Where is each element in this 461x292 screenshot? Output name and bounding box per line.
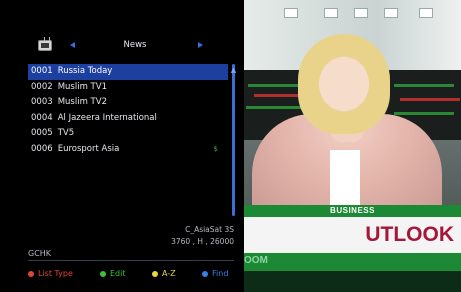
studio-frame <box>324 8 338 18</box>
anchor-head <box>298 34 390 134</box>
channel-row[interactable]: 0005 TV5 <box>28 126 228 142</box>
channel-row[interactable]: 0003 Muslim TV2 <box>28 95 228 111</box>
prev-group-arrow-icon[interactable] <box>70 42 75 48</box>
status-text: GCHK <box>28 249 52 258</box>
channel-name: Al Jazeera International <box>57 112 157 123</box>
yellow-key-icon <box>152 271 158 277</box>
transponder-info: 3760 , H , 26000 <box>171 237 234 246</box>
monitor-line <box>394 84 454 87</box>
channel-row[interactable]: 0006 Eurosport Asia $ <box>28 142 228 158</box>
channel-number: 0003 <box>31 97 53 108</box>
channel-name: Eurosport Asia <box>57 143 120 154</box>
studio-frame <box>384 8 398 18</box>
lower-third-subline: OOM <box>244 255 268 266</box>
monitor-line <box>400 98 460 101</box>
channel-list-panel: News 0001 Russia Today 0002 Muslim TV1 0… <box>0 0 244 292</box>
channel-number: 0006 <box>31 143 53 154</box>
channel-name: Muslim TV2 <box>57 97 107 108</box>
channel-name: Muslim TV1 <box>57 81 107 92</box>
edit-button[interactable]: Edit <box>100 268 126 280</box>
monitor-line <box>394 112 454 115</box>
satellite-info: C_AsiaSat 3S 3760 , H , 26000 <box>140 224 234 248</box>
tv-icon <box>38 40 52 51</box>
channel-number: 0001 <box>31 66 53 76</box>
video-bottom-strip <box>244 271 461 292</box>
scroll-up-icon[interactable]: ▲ <box>229 67 238 74</box>
next-group-arrow-icon[interactable] <box>198 42 203 48</box>
studio-frame <box>284 8 298 18</box>
list-type-button[interactable]: List Type <box>28 268 73 280</box>
channel-row[interactable]: 0001 Russia Today <box>28 64 228 80</box>
edit-label: Edit <box>110 269 126 278</box>
blue-key-icon <box>202 271 208 277</box>
studio-frame <box>354 8 368 18</box>
lower-third-label: BUSINESS <box>330 206 375 215</box>
find-button[interactable]: Find <box>202 268 228 280</box>
red-key-icon <box>28 271 34 277</box>
studio-frame <box>419 8 433 18</box>
video-preview: BUSINESS UTLOOK OOM <box>244 0 461 292</box>
channel-name: TV5 <box>57 128 75 139</box>
a-z-label: A-Z <box>162 269 176 278</box>
channel-number: 0005 <box>31 128 53 139</box>
green-key-icon <box>100 271 106 277</box>
monitor-line <box>246 106 306 109</box>
anchor-shirt <box>330 150 360 210</box>
group-header: News <box>0 36 244 56</box>
footer-divider <box>28 260 234 261</box>
a-z-button[interactable]: A-Z <box>152 268 176 280</box>
color-key-bar: List Type Edit A-Z Find <box>28 268 238 280</box>
channel-name: Russia Today <box>57 66 113 76</box>
channel-list: 0001 Russia Today 0002 Muslim TV1 0003 M… <box>28 64 228 158</box>
scrambled-icon: $ <box>213 144 218 153</box>
channel-number: 0004 <box>31 112 53 123</box>
satellite-name: C_AsiaSat 3S <box>185 225 234 234</box>
channel-row[interactable]: 0002 Muslim TV1 <box>28 80 228 96</box>
list-scrollbar[interactable] <box>232 64 235 216</box>
find-label: Find <box>212 269 229 278</box>
channel-row[interactable]: 0004 Al Jazeera International <box>28 111 228 127</box>
group-title: News <box>123 40 147 50</box>
list-type-label: List Type <box>38 269 73 278</box>
channel-number: 0002 <box>31 81 53 92</box>
lower-third-headline: UTLOOK <box>365 223 454 246</box>
